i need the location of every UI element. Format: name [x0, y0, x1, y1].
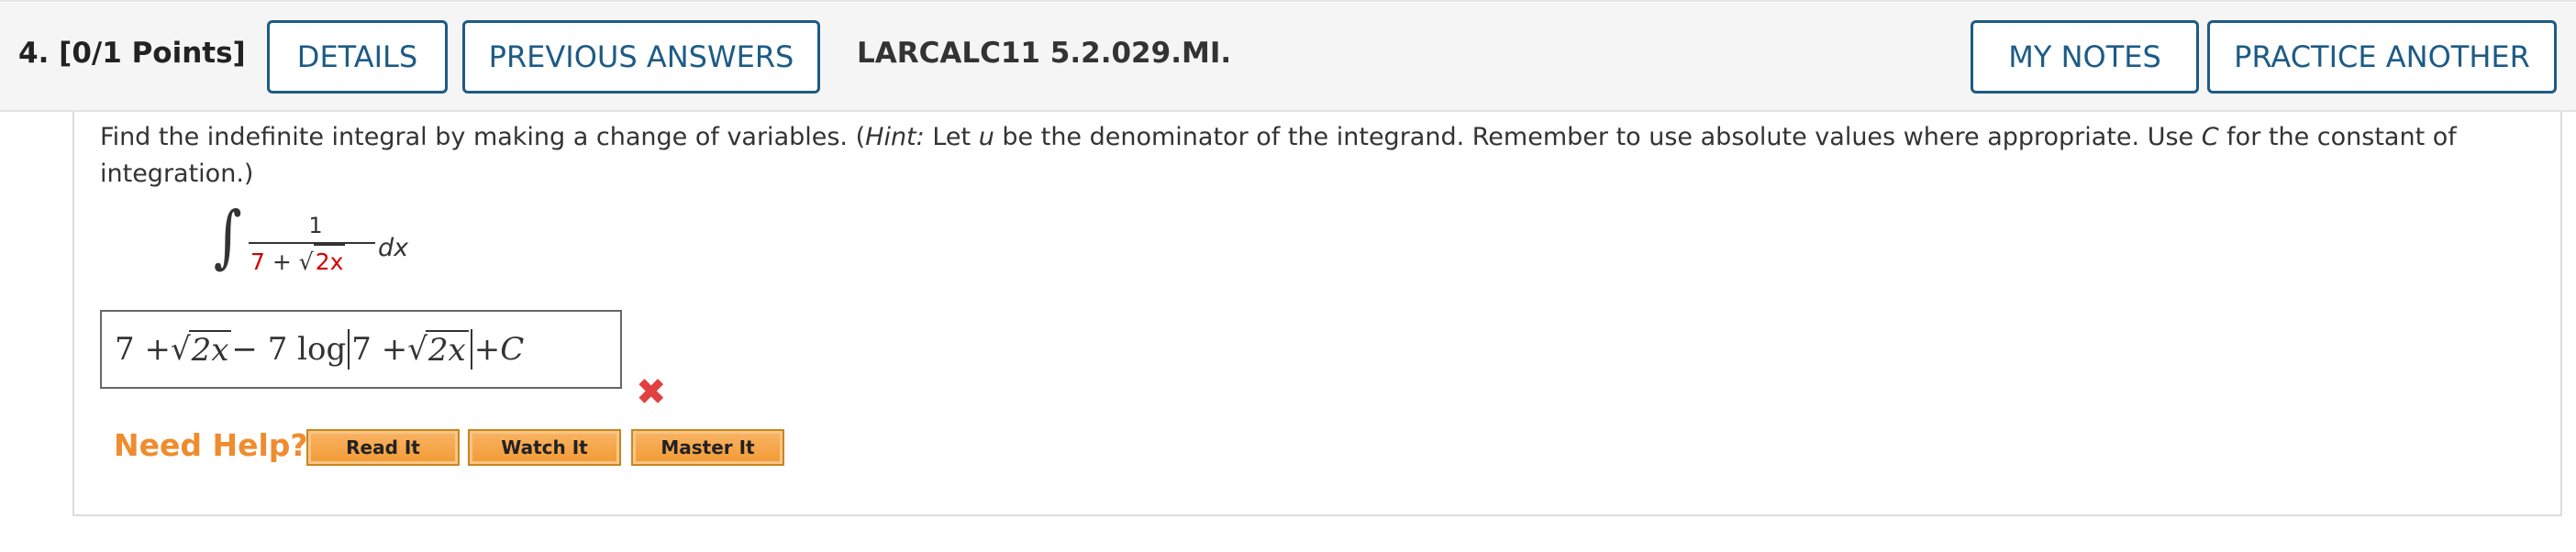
answer-constant: C [500, 331, 525, 368]
read-it-button[interactable]: Read It [306, 429, 460, 466]
instruction-text: Find the indefinite integral by making a… [100, 123, 866, 151]
denominator-plus: + [264, 248, 299, 275]
differential: dx [378, 234, 409, 262]
question-instructions: Find the indefinite integral by making a… [100, 119, 2504, 193]
sqrt-symbol: √ [407, 331, 427, 368]
hint-label: Hint: [865, 123, 925, 151]
question-id: LARCALC11 5.2.029.MI. [857, 37, 1232, 70]
answer-term: − 7 log [231, 331, 347, 368]
watch-it-button[interactable]: Watch It [468, 429, 621, 466]
hint-text: Let [924, 123, 979, 151]
answer-term: 7 + [351, 331, 408, 368]
absolute-bar-right [470, 329, 472, 370]
answer-field[interactable]: 7 + √ 2x − 7 log 7 + √ 2x + C [100, 310, 622, 389]
previous-answers-button[interactable]: PREVIOUS ANSWERS [462, 20, 820, 94]
practice-another-button[interactable]: PRACTICE ANOTHER [2207, 20, 2557, 94]
master-it-button[interactable]: Master It [631, 429, 784, 466]
sqrt-symbol: √ [298, 248, 314, 275]
details-button[interactable]: DETAILS [267, 20, 448, 94]
denominator-radicand: 2x [313, 244, 346, 279]
question-number: 4. [18, 37, 50, 70]
integrand-numerator: 1 [308, 213, 323, 238]
integrand-denominator: 7 + √2x [247, 244, 384, 279]
x-mark-icon: ✖ [636, 371, 667, 414]
answer-radicand: 2x [188, 330, 232, 369]
sqrt-symbol: √ [170, 331, 191, 368]
question-points: [0/1 Points] [59, 37, 246, 70]
variable-c: C [2201, 123, 2219, 151]
answer-term: 7 + [115, 331, 171, 368]
answer-term: + [473, 331, 501, 368]
integral-sign: ∫ [213, 197, 242, 276]
integrand-fraction: 1 7 + √2x [247, 211, 384, 279]
absolute-bar-left [348, 329, 350, 370]
denominator-constant: 7 [250, 248, 265, 275]
variable-u: u [978, 123, 994, 151]
need-help-label: Need Help? [114, 427, 308, 463]
hint-text: be the denominator of the integrand. Rem… [994, 123, 2202, 151]
question-header: 4. [0/1 Points] DETAILS PREVIOUS ANSWERS… [0, 0, 2576, 112]
question-number-points: 4. [0/1 Points] [18, 37, 246, 70]
answer-radicand: 2x [425, 330, 469, 369]
my-notes-button[interactable]: MY NOTES [1971, 20, 2199, 94]
